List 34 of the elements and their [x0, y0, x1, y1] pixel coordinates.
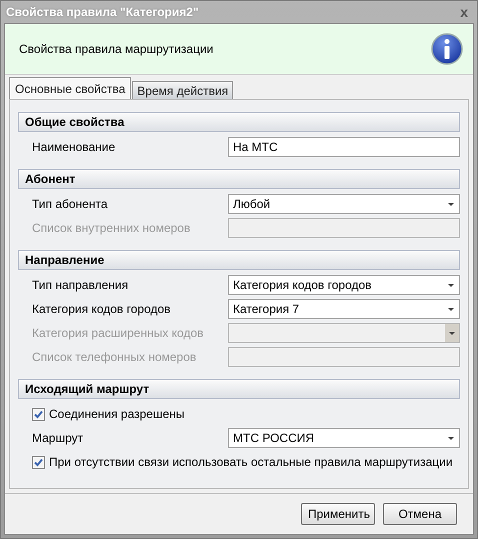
dropdown-field[interactable]: Категория кодов городов — [228, 275, 460, 295]
field-label: Тип абонента — [32, 197, 109, 211]
dropdown-arrow-icon — [447, 436, 455, 440]
header-text: Свойства правила маршрутизации — [19, 42, 214, 56]
dropdown-arrow-icon — [448, 330, 456, 336]
checkbox[interactable] — [32, 408, 45, 420]
field-label: Категория расширенных кодов — [32, 326, 205, 340]
checkbox-label: Соединения разрешены — [49, 407, 185, 421]
dropdown-arrow-icon — [447, 306, 455, 312]
tab[interactable]: Время действия — [132, 81, 234, 99]
dropdown-field[interactable]: Категория 7 — [228, 299, 460, 319]
checkbox[interactable] — [32, 456, 45, 468]
checkbox-label: При отсутствии связи использовать остальные правила маршрутизации — [49, 455, 453, 469]
dropdown-arrow-icon — [447, 282, 455, 288]
section-header: Общие свойства — [18, 112, 460, 132]
close-button[interactable]: x — [458, 4, 470, 20]
field-label: Список телефонных номеров — [32, 350, 198, 364]
dropdown-field[interactable]: МТС РОССИЯ — [228, 428, 460, 448]
field-label: Наименование — [32, 140, 116, 154]
dialog-button[interactable]: Отмена — [383, 503, 457, 525]
tab[interactable]: Основные свойства — [9, 77, 132, 99]
window-title: Свойства правила "Категория2" — [6, 5, 199, 19]
section-header: Направление — [18, 250, 460, 270]
section-header: Исходящий маршрут — [18, 379, 460, 399]
field-label: Категория кодов городов — [32, 302, 172, 316]
field-label: Маршрут — [32, 431, 84, 445]
dropdown-arrow-icon — [447, 202, 455, 206]
dropdown-field[interactable]: Любой — [228, 194, 460, 214]
section-header: Абонент — [18, 169, 460, 189]
info-icon — [431, 33, 463, 65]
input-field[interactable]: На МТС — [228, 137, 460, 157]
field-label: Список внутренних номеров — [32, 221, 192, 235]
field-label: Тип направления — [32, 278, 130, 292]
dialog-button[interactable]: Применить — [301, 503, 375, 525]
